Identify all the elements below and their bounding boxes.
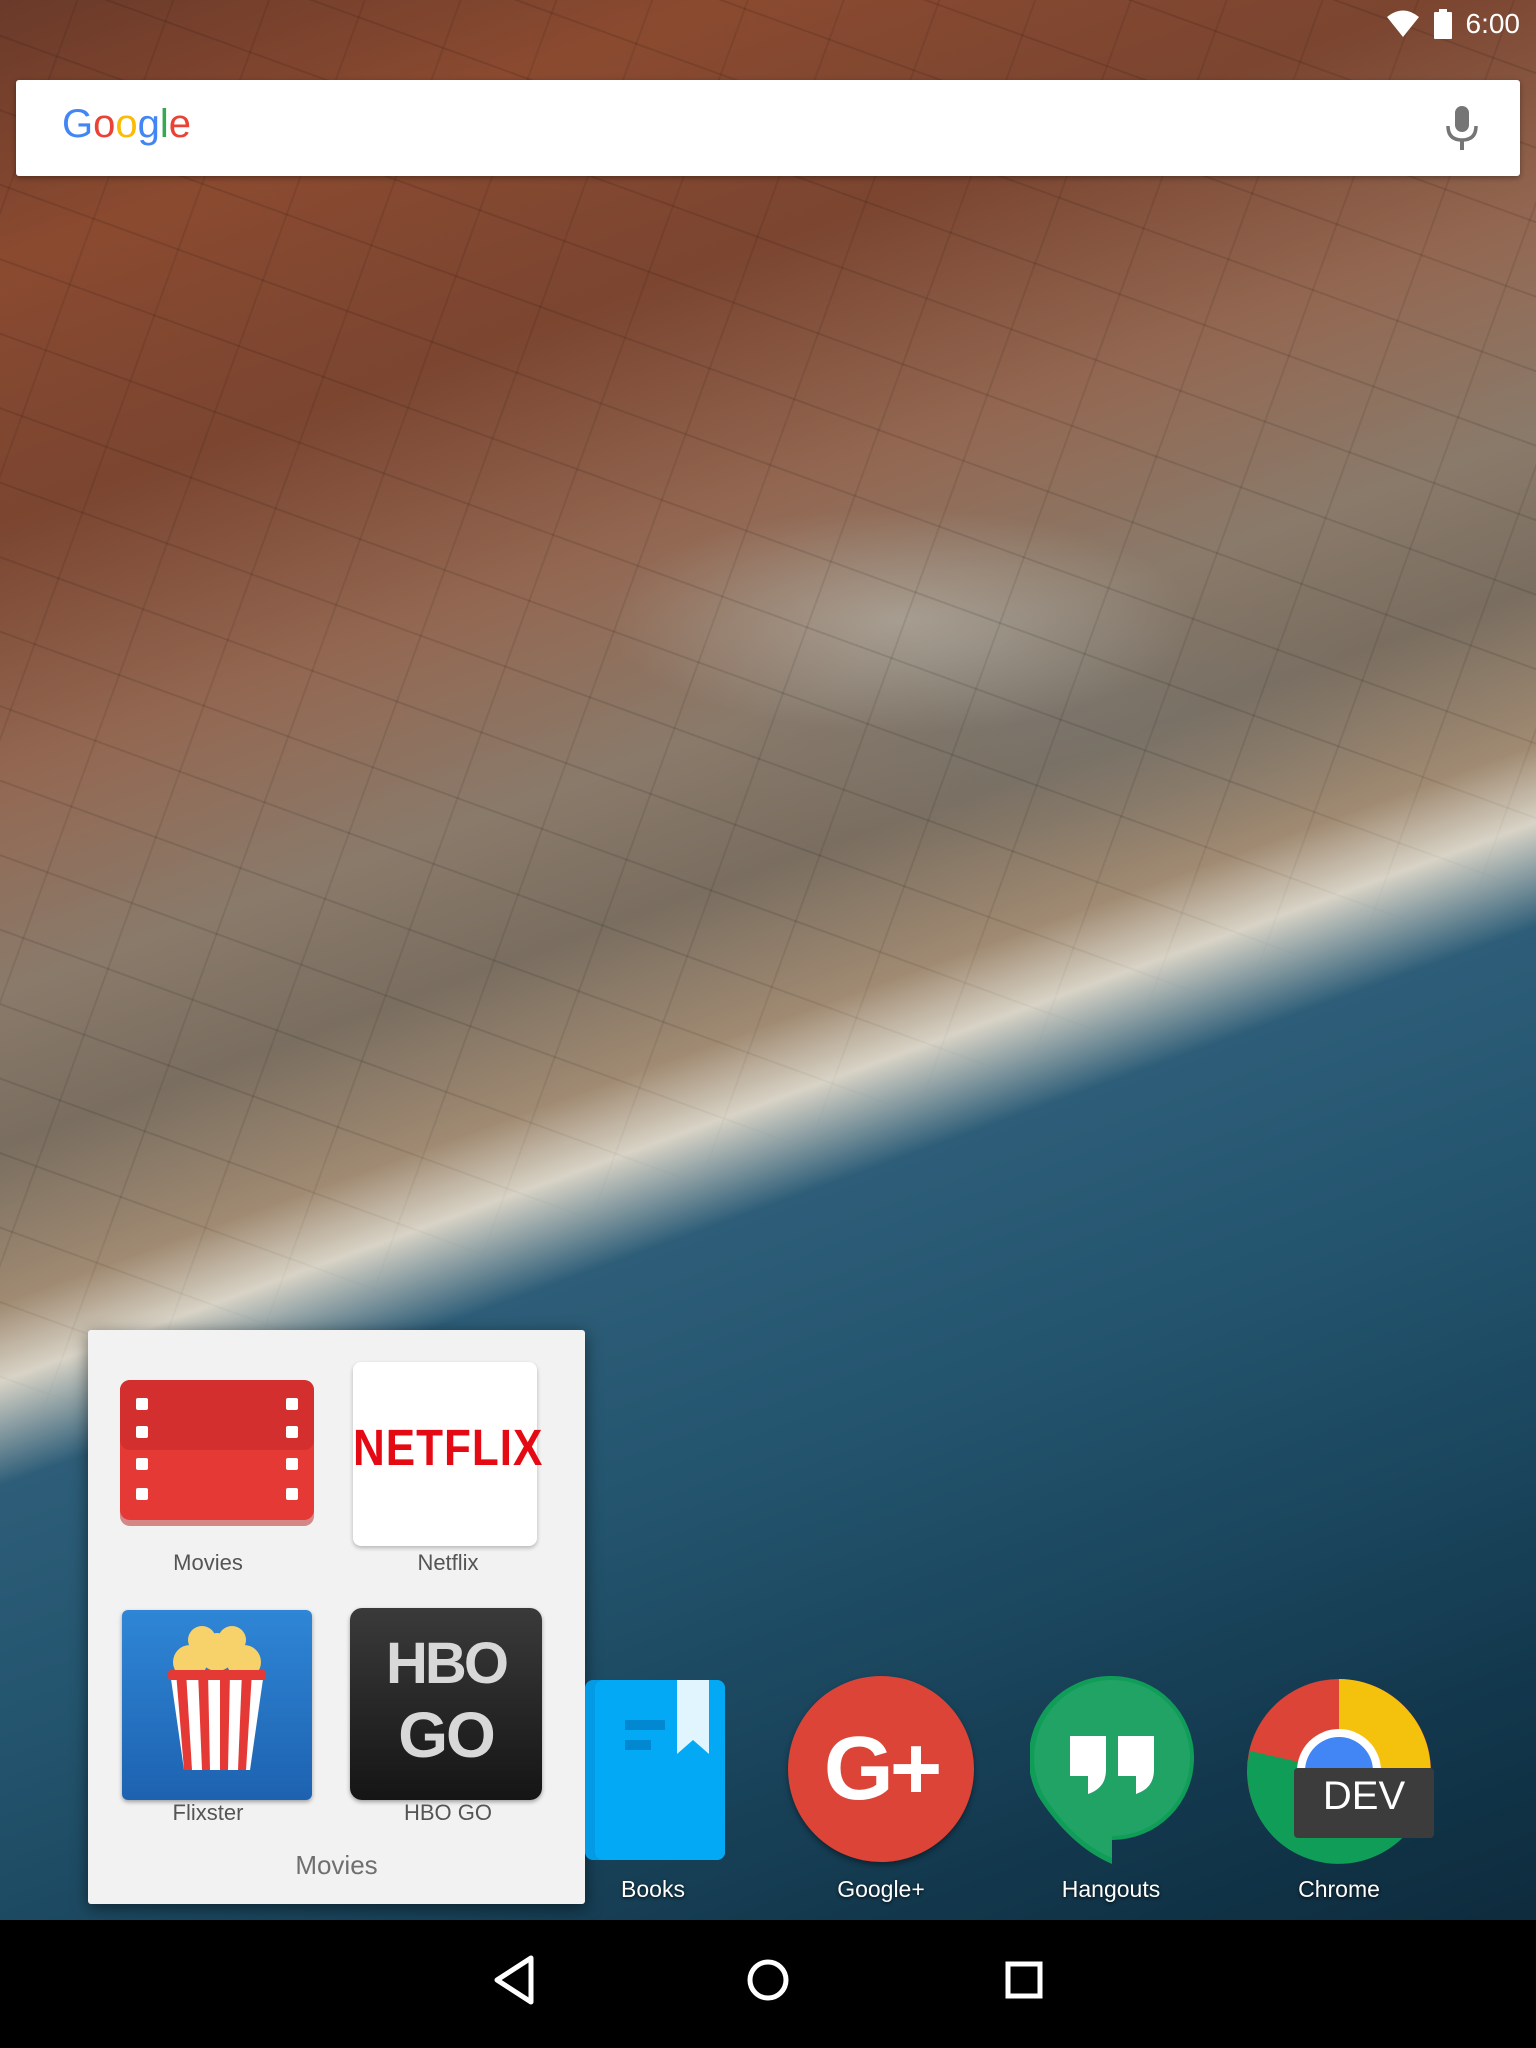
back-icon[interactable] (491, 1952, 539, 2008)
app-label: Flixster (172, 1800, 244, 1825)
google-logo-letter: g (137, 102, 160, 146)
google-plus-glyph: G+ (823, 1719, 943, 1819)
app-label: HBO GO (403, 1800, 492, 1825)
app-flixster[interactable]: Flixster (88, 1580, 328, 1840)
google-logo: Google (62, 102, 191, 147)
dev-badge: DEV (1322, 1774, 1406, 1818)
hbo-go-icon: HBO GO (350, 1608, 542, 1800)
clock: 6:00 (1465, 8, 1521, 39)
dock-label: Google+ (837, 1876, 925, 1902)
popcorn-icon (168, 1626, 266, 1770)
folder-name[interactable]: Movies (88, 1850, 585, 1881)
app-netflix[interactable]: NETFLIX Netflix (328, 1330, 568, 1590)
google-logo-letter: o (93, 102, 116, 146)
google-plus-icon: G+ (788, 1676, 974, 1862)
dock-app-chrome-dev[interactable]: DEV (1244, 1676, 1434, 1866)
dock-label: Hangouts (1061, 1876, 1161, 1902)
dock-label: Books (621, 1876, 685, 1902)
dock-app-hangouts[interactable] (1028, 1675, 1195, 1866)
dock-app-google-plus[interactable]: G+ (788, 1676, 974, 1862)
hangouts-icon (1028, 1675, 1195, 1864)
google-logo-letter: o (115, 102, 138, 146)
netflix-icon: NETFLIX (353, 1362, 544, 1546)
google-search-bar[interactable]: Google (16, 80, 1520, 176)
flixster-popcorn-icon (122, 1610, 312, 1800)
mic-icon[interactable] (1444, 104, 1480, 152)
movies-icon (120, 1380, 314, 1526)
go-text: GO (398, 1699, 496, 1771)
home-icon[interactable] (746, 1952, 790, 2008)
google-logo-letter: e (168, 102, 192, 146)
app-hbo-go[interactable]: HBO GO HBO GO (328, 1580, 568, 1840)
home-screen: 6:00 Google Movies NETFLIX Netflix Flixs… (0, 0, 1536, 2048)
folder-movies: Movies NETFLIX Netflix Flixster HBO GO H… (88, 1330, 585, 1904)
app-movies[interactable]: Movies (88, 1330, 328, 1590)
hbo-text: HBO (386, 1631, 509, 1696)
google-logo-text: Google (62, 102, 191, 146)
wifi-icon (1386, 10, 1419, 37)
google-logo-letter: l (159, 102, 169, 146)
books-icon (585, 1680, 725, 1860)
app-label: Movies (173, 1550, 243, 1575)
navigation-bar (0, 1920, 1536, 2048)
status-bar: 6:00 (0, 0, 1536, 48)
app-label: Netflix (417, 1550, 479, 1575)
netflix-logo-text: NETFLIX (353, 1420, 544, 1477)
battery-icon (1433, 9, 1452, 39)
chrome-dev-icon (1247, 1679, 1434, 1864)
dock-label: Chrome (1298, 1876, 1380, 1902)
recents-icon[interactable] (1004, 1952, 1044, 2008)
google-logo-letter: G (62, 102, 94, 146)
